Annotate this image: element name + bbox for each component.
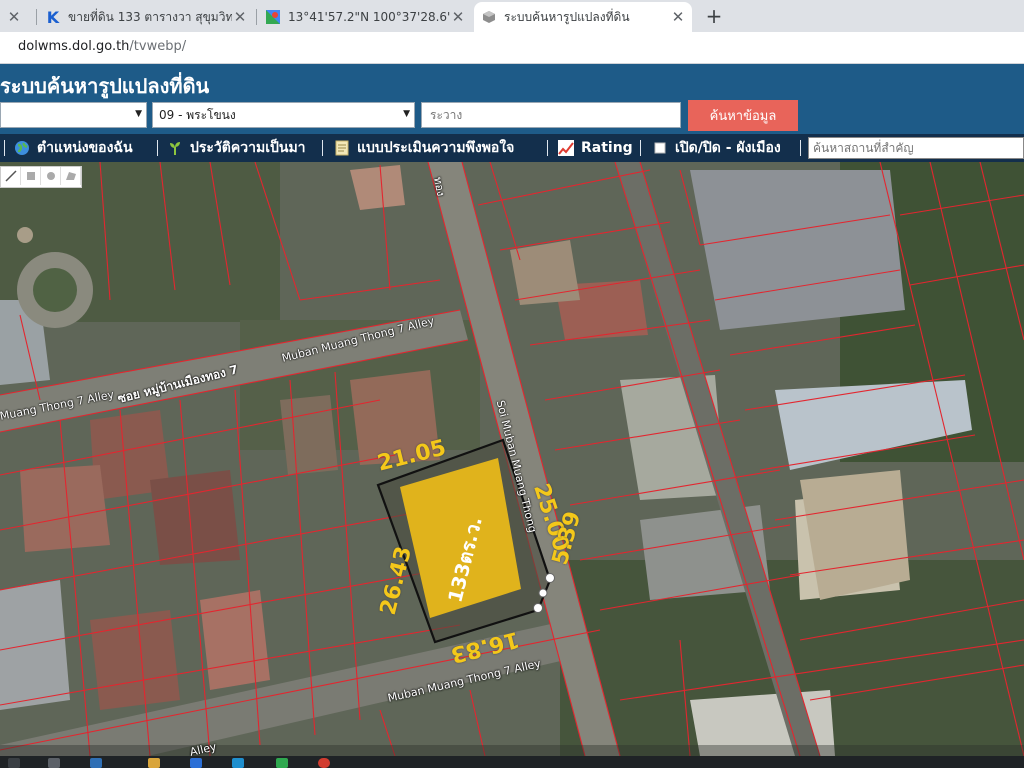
- place-search-input[interactable]: [808, 137, 1024, 159]
- chevron-down-icon: ▼: [135, 109, 142, 119]
- close-icon[interactable]: ✕: [450, 8, 466, 26]
- draw-circle-icon[interactable]: [41, 167, 61, 185]
- city-plan-toggle[interactable]: เปิด/ปิด - ผังเมือง: [651, 134, 781, 162]
- district-select[interactable]: 09 - พระโขนง ▼: [152, 102, 415, 128]
- browser-tab-listing[interactable]: K ขายที่ดิน 133 ตารางวา สุขุมวิท 101 (ปุ…: [38, 2, 254, 32]
- word-icon[interactable]: [190, 758, 202, 768]
- taskview-icon[interactable]: [48, 758, 60, 768]
- draw-line-icon[interactable]: [1, 167, 21, 185]
- parcel-number-input[interactable]: [421, 102, 681, 128]
- square-icon: [651, 139, 669, 157]
- sprout-icon: [166, 139, 184, 157]
- explorer-icon[interactable]: [148, 758, 160, 768]
- close-icon[interactable]: ✕: [232, 8, 248, 26]
- close-icon[interactable]: ✕: [670, 8, 686, 26]
- road-label: ทอง: [431, 175, 448, 198]
- my-location-button[interactable]: ตำแหน่งของฉัน: [13, 134, 133, 162]
- note-icon: [333, 139, 351, 157]
- browser-tab-google-maps[interactable]: 13°41'57.2"N 100°37'28.6"E - Goo ✕: [258, 2, 472, 32]
- chart-icon: [557, 139, 575, 157]
- chrome-icon[interactable]: [318, 758, 330, 768]
- edge-icon[interactable]: [90, 758, 102, 768]
- map-view[interactable]: Muang Thong 7 Alley ซอย หมู่บ้านเมืองทอง…: [0, 162, 1024, 756]
- chevron-down-icon: ▼: [403, 109, 410, 119]
- history-button[interactable]: ประวัติความเป็นมา: [166, 134, 306, 162]
- draw-tools: [0, 166, 82, 188]
- browser-tab-strip: ✕ K ขายที่ดิน 133 ตารางวา สุขุมวิท 101 (…: [0, 0, 1024, 32]
- k-site-icon: K: [46, 7, 60, 27]
- browser-tab-partial[interactable]: ✕: [0, 2, 34, 32]
- vertex-handle[interactable]: [545, 573, 555, 583]
- dol-icon: [480, 8, 498, 26]
- draw-rectangle-icon[interactable]: [21, 167, 41, 185]
- page-title: ระบบค้นหารูปแปลงที่ดิน: [0, 74, 210, 98]
- new-tab-button[interactable]: +: [702, 4, 726, 28]
- line-icon[interactable]: [276, 758, 288, 768]
- vertex-handle[interactable]: [538, 588, 548, 598]
- close-icon[interactable]: ✕: [6, 8, 22, 26]
- google-maps-icon: [264, 8, 282, 26]
- vertex-handle[interactable]: [533, 603, 543, 613]
- browser-tab-dol-active[interactable]: ระบบค้นหารูปแปลงที่ดิน ✕: [474, 2, 692, 32]
- rating-button[interactable]: Rating: [557, 134, 633, 162]
- satisfaction-survey-button[interactable]: แบบประเมินความพึงพอใจ: [333, 134, 514, 162]
- draw-polygon-icon[interactable]: [61, 167, 81, 185]
- os-taskbar: [0, 756, 1024, 768]
- app-icon[interactable]: [232, 758, 244, 768]
- globe-icon: [13, 139, 31, 157]
- address-bar[interactable]: dolwms.dol.go.th/tvwebp/: [0, 32, 1024, 64]
- url-text[interactable]: dolwms.dol.go.th/tvwebp/: [18, 39, 186, 54]
- windows-start-icon[interactable]: [8, 758, 20, 768]
- search-button[interactable]: ค้นหาข้อมูล: [688, 100, 798, 131]
- province-select[interactable]: ▼: [0, 102, 147, 128]
- site-header: ระบบค้นหารูปแปลงที่ดิน ▼ 09 - พระโขนง ▼ …: [0, 64, 1024, 134]
